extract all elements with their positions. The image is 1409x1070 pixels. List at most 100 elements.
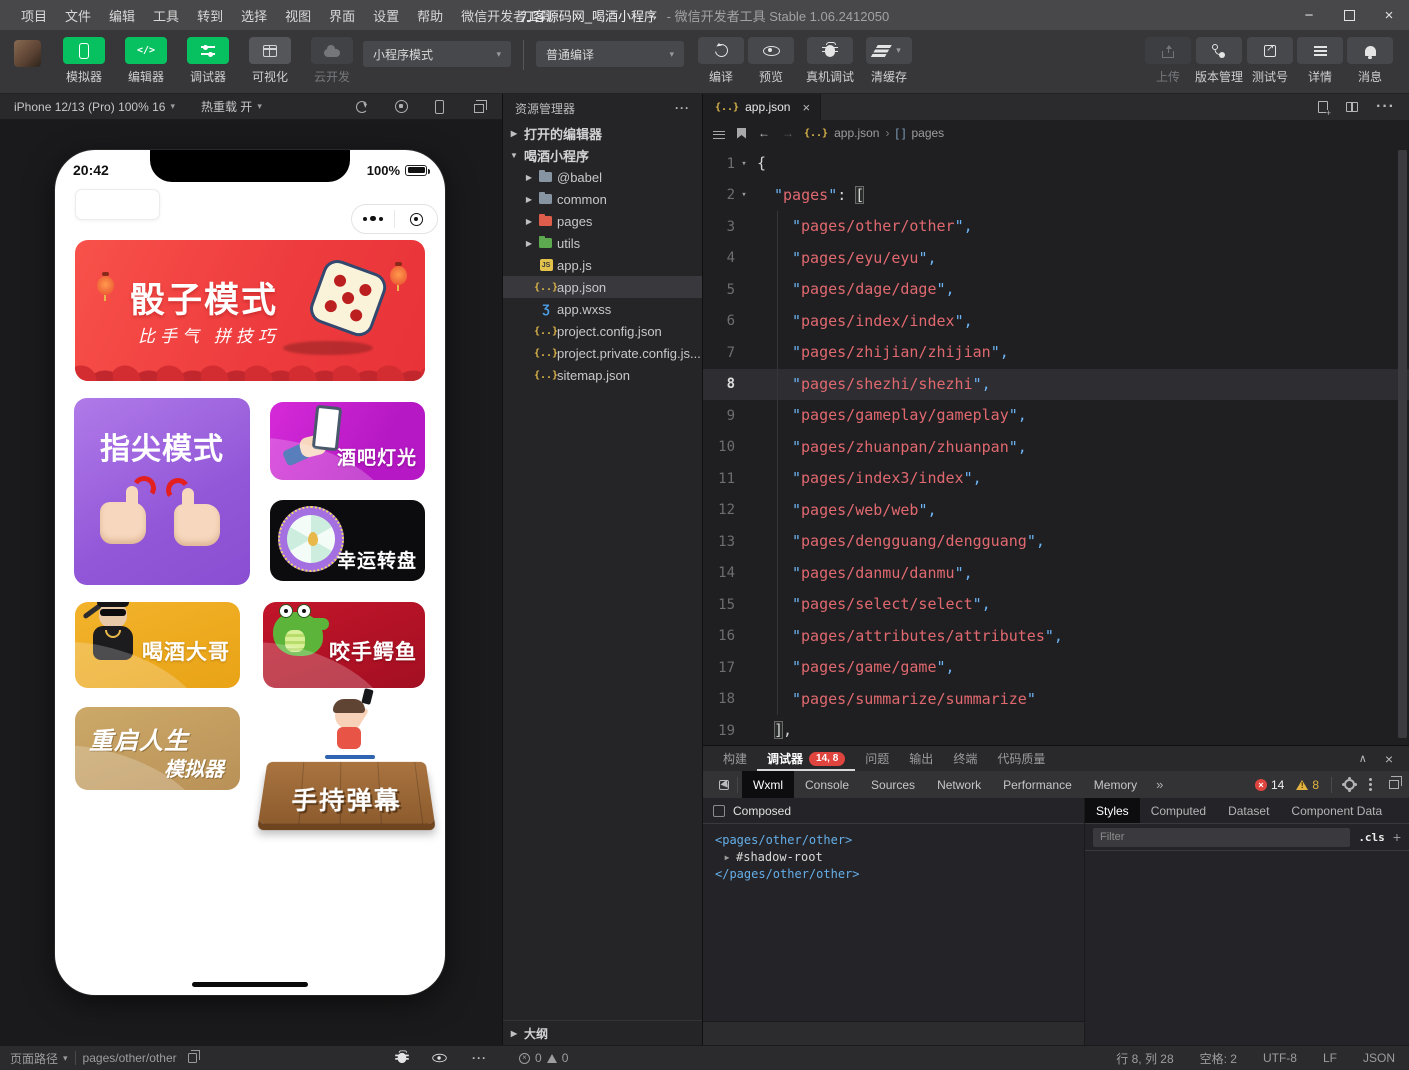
warning-counter[interactable]: 8 <box>1296 778 1319 792</box>
maximize-button[interactable] <box>1329 0 1369 30</box>
mode-select[interactable]: 小程序模式 ▾ <box>363 41 511 67</box>
close-panel-icon[interactable]: × <box>1385 751 1393 767</box>
vconsole-bug-icon[interactable] <box>398 1053 407 1063</box>
status-segment-0[interactable]: 行 8, 列 28 <box>1116 1050 1173 1067</box>
more-icon[interactable]: ··· <box>472 1051 487 1065</box>
user-avatar[interactable] <box>14 40 41 67</box>
code-line-16[interactable]: 16"pages/attributes/attributes", <box>703 621 1409 653</box>
code-line-18[interactable]: 18"pages/summarize/summarize" <box>703 684 1409 716</box>
menu-item-1[interactable]: 文件 <box>56 6 100 25</box>
file-project-private-config[interactable]: {..}project.private.config.js... <box>503 342 702 364</box>
code-line-17[interactable]: 17"pages/game/game", <box>703 652 1409 684</box>
menu-item-6[interactable]: 视图 <box>276 6 320 25</box>
rotate-icon[interactable] <box>356 101 368 113</box>
code-line-11[interactable]: 11"pages/index3/index", <box>703 463 1409 495</box>
error-counter[interactable]: × 14 <box>1255 778 1284 792</box>
hot-reload-toggle[interactable]: 热重载 开 ▾ <box>201 98 262 115</box>
wxml-close-tag[interactable]: </pages/other/other> <box>715 866 1084 883</box>
menu-item-5[interactable]: 选择 <box>232 6 276 25</box>
devtools-tab-wxml[interactable]: Wxml <box>742 771 794 798</box>
menu-item-0[interactable]: 项目 <box>12 6 56 25</box>
close-button[interactable]: × <box>1369 0 1409 30</box>
cls-toggle[interactable]: .cls <box>1358 831 1385 844</box>
compile-button[interactable]: 编译 <box>698 37 744 85</box>
devtools-tab-memory[interactable]: Memory <box>1083 771 1148 798</box>
devtools-tab-console[interactable]: Console <box>794 771 860 798</box>
tile-biting-crocodile[interactable]: 咬手鳄鱼 <box>263 602 425 688</box>
element-picker-icon[interactable] <box>719 780 729 790</box>
code-line-12[interactable]: 12"pages/web/web", <box>703 495 1409 527</box>
styles-tab-2[interactable]: Dataset <box>1217 798 1280 823</box>
file-pages[interactable]: ▶pages <box>503 210 702 232</box>
tile-drinking-boss[interactable]: 喝酒大哥 <box>75 602 240 688</box>
menu-item-4[interactable]: 转到 <box>188 6 232 25</box>
panel-tab-4[interactable]: 终端 <box>943 746 987 771</box>
debugger-toggle-button[interactable]: 调试器 <box>182 37 234 85</box>
panel-tab-0[interactable]: 构建 <box>713 746 757 771</box>
messages-button[interactable]: 消息 <box>1347 37 1393 85</box>
breadcrumb-node[interactable]: pages <box>911 126 944 140</box>
devtools-tab-performance[interactable]: Performance <box>992 771 1083 798</box>
code-line-13[interactable]: 13"pages/dengguang/dengguang", <box>703 526 1409 558</box>
project-section[interactable]: ▼ 喝酒小程序 <box>503 144 702 166</box>
styles-tab-3[interactable]: Component Data <box>1280 798 1393 823</box>
tile-fingertip-mode[interactable]: 指尖模式 <box>74 398 250 585</box>
gear-icon[interactable] <box>1344 779 1355 790</box>
code-line-4[interactable]: 4"pages/eyu/eyu", <box>703 243 1409 275</box>
test-account-button[interactable]: 测试号 <box>1247 37 1293 85</box>
details-button[interactable]: 详情 <box>1297 37 1343 85</box>
problems-counter[interactable]: × 0 0 <box>503 1051 568 1065</box>
open-preview-icon[interactable] <box>1318 101 1328 113</box>
devtools-tab-sources[interactable]: Sources <box>860 771 926 798</box>
tile-dice-mode[interactable]: 骰子模式 比手气 拼技巧 <box>75 240 425 381</box>
tile-bar-light[interactable]: 酒吧灯光 <box>270 402 425 480</box>
menu-item-8[interactable]: 设置 <box>364 6 408 25</box>
current-page-path[interactable]: pages/other/other <box>83 1051 177 1065</box>
code-line-6[interactable]: 6"pages/index/index", <box>703 306 1409 338</box>
copy-path-icon[interactable] <box>188 1053 197 1063</box>
panel-tab-3[interactable]: 输出 <box>899 746 943 771</box>
more-actions-icon[interactable]: ··· <box>1376 98 1395 116</box>
code-line-2[interactable]: 2▾"pages": [ <box>703 180 1409 212</box>
page-visibility-icon[interactable] <box>432 1054 446 1063</box>
composed-checkbox[interactable] <box>713 805 725 817</box>
tile-restart-life[interactable]: 重启人生 模拟器 <box>75 707 240 790</box>
more-tabs-icon[interactable]: » <box>1148 777 1171 792</box>
file-utils[interactable]: ▶utils <box>503 232 702 254</box>
breadcrumb-file[interactable]: app.json <box>834 126 879 140</box>
code-line-10[interactable]: 10"pages/zhuanpan/zhuanpan", <box>703 432 1409 464</box>
clear-cache-button[interactable]: ▾ 清缓存 <box>866 37 912 85</box>
code-line-9[interactable]: 9"pages/gameplay/gameplay", <box>703 400 1409 432</box>
file-common[interactable]: ▶common <box>503 188 702 210</box>
tile-lucky-wheel[interactable]: 幸运转盘 <box>270 500 425 581</box>
undock-icon[interactable] <box>1389 780 1399 789</box>
file-sitemap-json[interactable]: {..}sitemap.json <box>503 364 702 386</box>
panel-tab-5[interactable]: 代码质量 <box>987 746 1055 771</box>
file-babel[interactable]: ▶@babel <box>503 166 702 188</box>
bookmark-icon[interactable] <box>737 128 746 139</box>
code-line-3[interactable]: 3"pages/other/other", <box>703 211 1409 243</box>
file-app-wxss[interactable]: Ʒapp.wxss <box>503 298 702 320</box>
file-app-js[interactable]: JSapp.js <box>503 254 702 276</box>
menu-item-2[interactable]: 编辑 <box>100 6 144 25</box>
styles-tab-0[interactable]: Styles <box>1085 798 1140 823</box>
tab-app-json[interactable]: {..} app.json × <box>703 94 821 120</box>
devtools-tab-network[interactable]: Network <box>926 771 992 798</box>
wxml-tree[interactable]: <pages/other/other> ▶ #shadow-root </pag… <box>703 824 1084 1021</box>
remote-debug-button[interactable]: 真机调试 <box>806 37 854 85</box>
close-miniprogram-icon[interactable] <box>395 213 437 226</box>
minimize-button[interactable]: − <box>1289 0 1329 30</box>
preview-button[interactable]: 预览 <box>748 37 794 85</box>
menu-item-9[interactable]: 帮助 <box>408 6 452 25</box>
code-editor[interactable]: 1▾{2▾"pages": [3"pages/other/other",4"pa… <box>703 146 1409 745</box>
breadcrumb-path[interactable]: {..} app.json › [ ] pages <box>804 126 944 140</box>
simulator-toggle-button[interactable]: 模拟器 <box>58 37 110 85</box>
editor-toggle-button[interactable]: </> 编辑器 <box>120 37 172 85</box>
outline-section[interactable]: ▶ 大纲 <box>503 1021 702 1045</box>
visualize-toggle-button[interactable]: 可视化 <box>244 37 296 85</box>
record-icon[interactable] <box>395 100 408 113</box>
add-style-icon[interactable]: + <box>1393 829 1401 845</box>
more-icon[interactable]: ··· <box>675 101 690 115</box>
editor-scrollbar[interactable] <box>1398 150 1407 738</box>
version-control-button[interactable]: 版本管理 <box>1195 37 1243 85</box>
